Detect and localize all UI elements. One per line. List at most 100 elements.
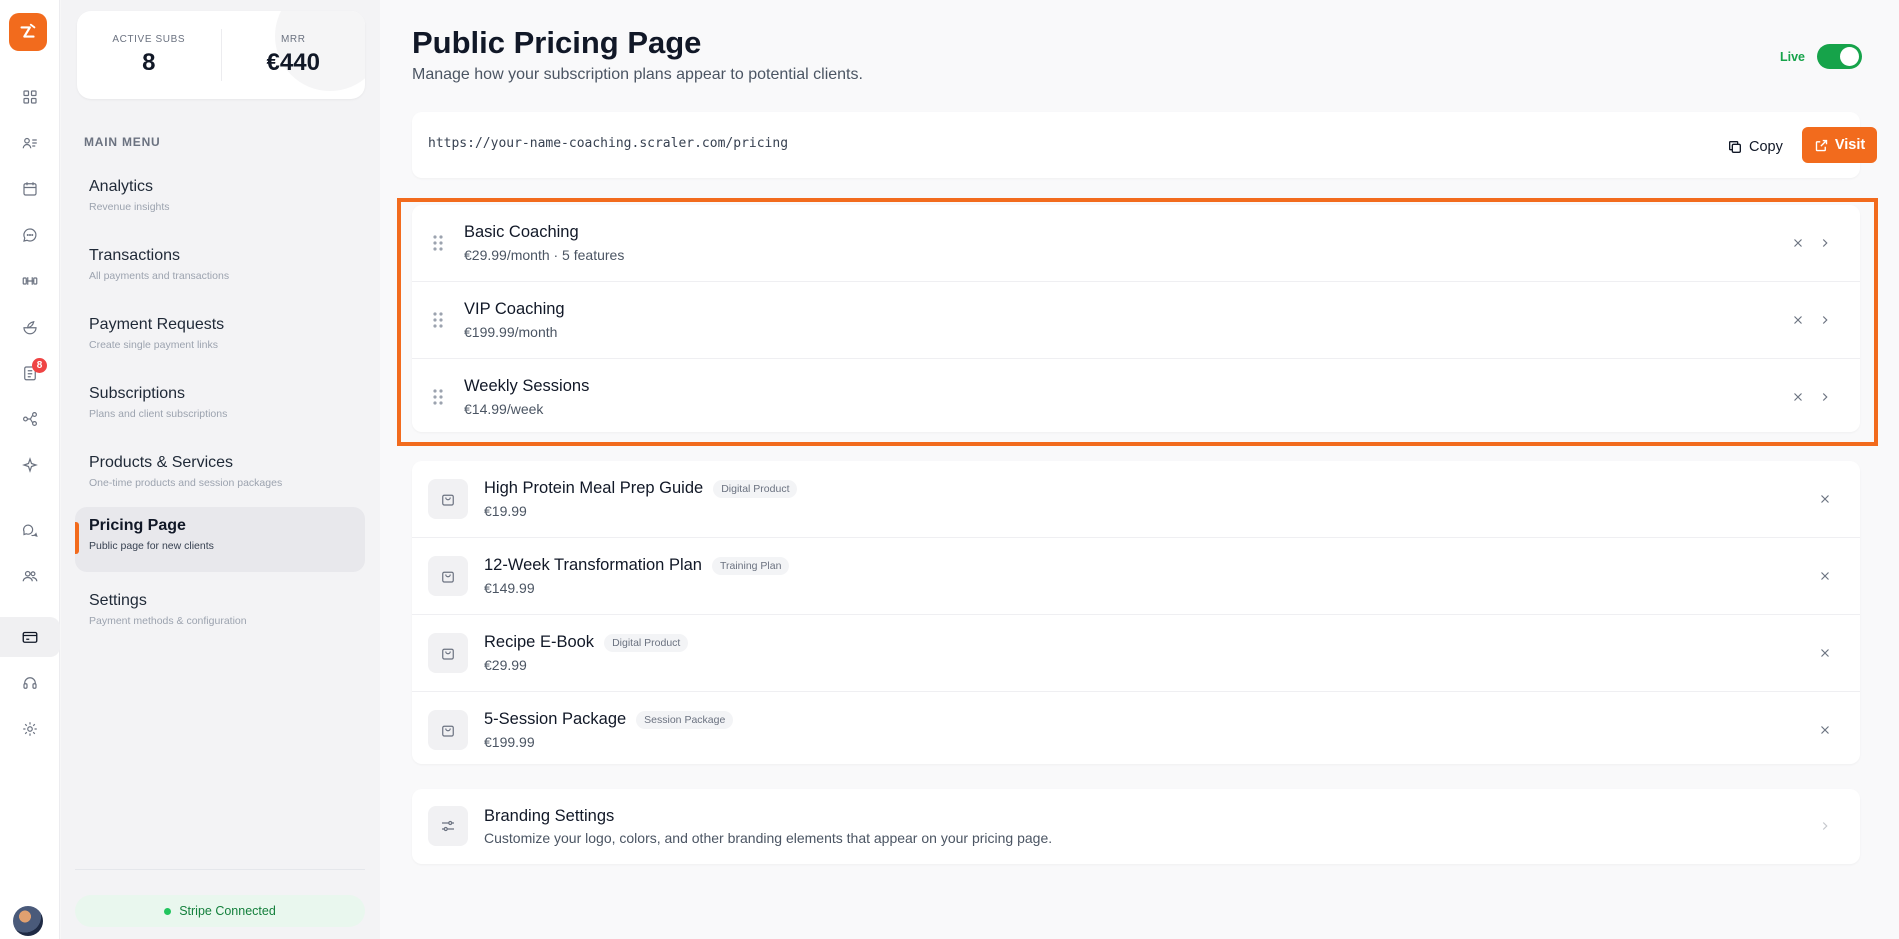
sidebar-item-pricing-page[interactable]: Pricing Page Public page for new clients (75, 507, 365, 572)
sidebar-item-subscriptions[interactable]: Subscriptions Plans and client subscript… (75, 375, 365, 440)
plan-meta: €14.99/week (464, 401, 544, 417)
plan-name: VIP Coaching (464, 300, 565, 318)
remove-icon[interactable] (1815, 720, 1835, 740)
stats-card: ACTIVE SUBS 8 MRR €440 (77, 11, 365, 99)
sidebar-item-settings[interactable]: Settings Payment methods & configuration (75, 582, 365, 647)
logo-icon (20, 23, 36, 38)
product-name: Recipe E-Book (484, 633, 595, 651)
plan-row[interactable]: Basic Coaching €29.99/month · 5 features (412, 205, 1860, 282)
remove-icon[interactable] (1788, 233, 1808, 253)
visit-button-label: Visit (1834, 137, 1866, 153)
product-row[interactable]: Recipe E-Book Digital Product €29.99 (412, 615, 1860, 692)
live-toggle[interactable] (1817, 44, 1863, 69)
sidebar-item-label: Payment Requests (89, 316, 225, 333)
copy-button[interactable]: Copy (1717, 129, 1793, 165)
sidebar-item-sub: Create single payment links (89, 339, 218, 351)
chevron-right-icon[interactable] (1815, 387, 1835, 407)
stripe-status-badge: Stripe Connected (75, 895, 365, 927)
icon-rail: 8 (0, 0, 60, 939)
mrr-label: MRR (280, 33, 306, 45)
mrr-value: €440 (266, 48, 320, 76)
avatar[interactable] (13, 906, 43, 936)
sidebar-item-sub: All payments and transactions (89, 270, 230, 282)
product-name: 5-Session Package (484, 710, 627, 728)
mrr-stat: MRR €440 (220, 29, 366, 81)
drag-handle-icon[interactable] (432, 388, 444, 406)
product-type-badge: Session Package (636, 710, 734, 729)
product-type-badge: Digital Product (604, 633, 689, 652)
clients-icon[interactable] (0, 123, 60, 163)
active-subs-label: ACTIVE SUBS (112, 33, 186, 45)
sidebar-divider (75, 869, 365, 870)
product-type-badge: Digital Product (713, 479, 798, 498)
product-price: €29.99 (484, 657, 527, 673)
nutrition-icon[interactable] (0, 307, 60, 347)
remove-icon[interactable] (1788, 387, 1808, 407)
messages-icon[interactable] (0, 215, 60, 255)
sidebar-item-payment-requests[interactable]: Payment Requests Create single payment l… (75, 306, 365, 371)
shopping-bag-icon (428, 479, 468, 519)
remove-icon[interactable] (1815, 489, 1835, 509)
stripe-status-text: Stripe Connected (179, 904, 276, 918)
chevron-right-icon[interactable] (1815, 233, 1835, 253)
automations-icon[interactable] (0, 399, 60, 439)
sidebar-item-label: Subscriptions (89, 385, 186, 402)
payments-icon[interactable] (0, 617, 60, 657)
product-price: €149.99 (484, 580, 535, 596)
sidebar-item-transactions[interactable]: Transactions All payments and transactio… (75, 237, 365, 302)
sidebar-item-label: Settings (89, 592, 147, 609)
branding-settings-card[interactable]: Branding Settings Customize your logo, c… (412, 789, 1860, 864)
shopping-bag-icon (428, 710, 468, 750)
status-dot-icon (164, 907, 172, 915)
product-row[interactable]: 12-Week Transformation Plan Training Plan… (412, 538, 1860, 615)
remove-icon[interactable] (1815, 643, 1835, 663)
plan-meta: €199.99/month (464, 324, 558, 340)
page-title: Public Pricing Page (412, 25, 702, 60)
sidebar-item-sub: Public page for new clients (89, 540, 214, 552)
sidebar-item-sub: One-time products and session packages (89, 477, 283, 489)
payments-sidebar: ACTIVE SUBS 8 MRR €440 MAIN MENU Analyti… (61, 0, 380, 939)
workouts-icon[interactable] (0, 261, 60, 301)
drag-handle-icon[interactable] (432, 234, 444, 252)
pricing-url[interactable]: https://your-name-coaching.scraler.com/p… (428, 136, 788, 151)
url-card: https://your-name-coaching.scraler.com/p… (412, 112, 1877, 178)
chevron-right-icon[interactable] (1815, 816, 1835, 836)
remove-icon[interactable] (1788, 310, 1808, 330)
main-content: Public Pricing Page Manage how your subs… (380, 0, 1899, 939)
chevron-right-icon[interactable] (1815, 310, 1835, 330)
sidebar-item-sub: Payment methods & configuration (89, 615, 247, 627)
plans-list: Basic Coaching €29.99/month · 5 features… (412, 205, 1860, 432)
plan-name: Basic Coaching (464, 223, 579, 241)
product-name: High Protein Meal Prep Guide (484, 479, 704, 497)
tasks-badge: 8 (32, 358, 47, 373)
shopping-bag-icon (428, 556, 468, 596)
tasks-icon[interactable]: 8 (0, 353, 60, 393)
external-link-icon (1815, 139, 1827, 151)
plan-row[interactable]: Weekly Sessions €14.99/week (412, 359, 1860, 436)
sidebar-item-sub: Plans and client subscriptions (89, 408, 228, 420)
sidebar-item-analytics[interactable]: Analytics Revenue insights (75, 168, 365, 233)
settings-icon[interactable] (0, 709, 60, 749)
app-logo[interactable] (9, 13, 47, 51)
remove-icon[interactable] (1815, 566, 1835, 586)
copy-button-label: Copy (1749, 139, 1783, 155)
calendar-icon[interactable] (0, 169, 60, 209)
team-icon[interactable] (0, 556, 60, 596)
page-subtitle: Manage how your subscription plans appea… (412, 66, 863, 83)
drag-handle-icon[interactable] (432, 311, 444, 329)
community-icon[interactable] (0, 510, 60, 550)
plan-row[interactable]: VIP Coaching €199.99/month (412, 282, 1860, 359)
branding-subtitle: Customize your logo, colors, and other b… (484, 830, 1053, 846)
copy-icon (1729, 141, 1741, 153)
active-subs-stat: ACTIVE SUBS 8 (77, 11, 221, 99)
sidebar-item-products-services[interactable]: Products & Services One-time products an… (75, 444, 365, 509)
visit-button[interactable]: Visit (1802, 127, 1877, 163)
products-list: High Protein Meal Prep Guide Digital Prod… (412, 461, 1860, 764)
ai-icon[interactable] (0, 445, 60, 485)
product-price: €199.99 (484, 734, 535, 750)
product-row[interactable]: 5-Session Package Session Package €199.99 (412, 692, 1860, 769)
support-icon[interactable] (0, 663, 60, 703)
dashboard-icon[interactable] (0, 77, 60, 117)
branding-title: Branding Settings (484, 807, 615, 825)
product-row[interactable]: High Protein Meal Prep Guide Digital Prod… (412, 461, 1860, 538)
